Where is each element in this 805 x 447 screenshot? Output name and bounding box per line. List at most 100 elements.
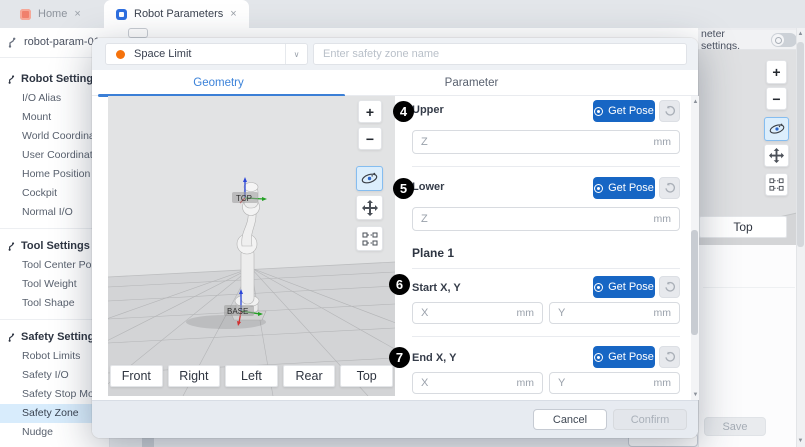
end-y-input[interactable]: Y mm — [549, 372, 680, 394]
settings-text-fragment: neter settings. — [701, 28, 766, 52]
background-partial-button — [128, 28, 148, 38]
robot-scene: TCP BASE — [108, 96, 395, 396]
orbit-view-button[interactable] — [764, 117, 789, 141]
zoom-out-button[interactable]: − — [766, 87, 787, 110]
settings-note-bar: neter settings. — [698, 30, 797, 50]
svg-text:BASE: BASE — [227, 307, 248, 316]
start-y-input[interactable]: Y mm — [549, 302, 680, 324]
scroll-down-icon[interactable]: ▼ — [691, 391, 700, 399]
end-get-pose-button[interactable]: Get Pose — [593, 346, 655, 368]
measure-icon — [769, 177, 784, 192]
undo-icon — [664, 281, 676, 293]
background-partial-tab — [142, 438, 154, 447]
dialog-tabs: Geometry Parameter — [92, 70, 698, 96]
annotation-badge-6: 6 — [389, 274, 410, 295]
scroll-up-icon[interactable]: ▲ — [691, 98, 700, 106]
annotation-badge-5: 5 — [393, 178, 414, 199]
view-rear-button[interactable]: Rear — [283, 365, 336, 387]
tab-parameter[interactable]: Parameter — [345, 70, 598, 96]
lower-reset-button[interactable] — [659, 177, 680, 199]
undo-icon — [664, 351, 676, 363]
divider — [703, 287, 795, 288]
end-reset-button[interactable] — [659, 346, 680, 368]
param-file-title[interactable]: robot-param-01 — [8, 36, 100, 48]
measure-icon — [362, 231, 378, 247]
robot-icon — [8, 75, 17, 84]
fields-scrollbar-thumb[interactable] — [691, 230, 698, 335]
divider — [412, 166, 680, 167]
dialog-footer: Cancel Confirm — [92, 400, 698, 438]
view-right-button[interactable]: Right — [168, 365, 221, 387]
tab-robot-parameters-label: Robot Parameters — [134, 8, 223, 20]
start-get-pose-button[interactable]: Get Pose — [593, 276, 655, 298]
robot-icon — [116, 9, 127, 20]
robot-parameters-app: Home × Robot Parameters × robot-param-01 — [0, 0, 805, 447]
zone-color-dot-icon — [116, 50, 125, 59]
chevron-down-icon: ∨ — [285, 44, 307, 64]
pan-icon — [362, 200, 378, 216]
annotation-badge-7: 7 — [389, 347, 410, 368]
viewer-zoom-in-button[interactable]: + — [358, 100, 382, 123]
robot-3d-viewer[interactable]: TCP BASE + − — [108, 96, 395, 396]
orbit-icon — [769, 122, 785, 136]
robot-arm-icon — [8, 37, 19, 48]
target-icon — [594, 353, 603, 362]
tab-bar: Home × Robot Parameters × — [0, 0, 805, 28]
end-x-input[interactable]: X mm — [412, 372, 543, 394]
lower-get-pose-button[interactable]: Get Pose — [593, 177, 655, 199]
settings-toggle[interactable] — [771, 33, 797, 47]
toggle-knob-icon — [772, 34, 784, 46]
upper-reset-button[interactable] — [659, 100, 680, 122]
start-xy-label: Start X, Y — [412, 282, 461, 294]
viewer-measure-button[interactable] — [356, 226, 383, 251]
target-icon — [594, 283, 603, 292]
target-icon — [594, 184, 603, 193]
view-top-button[interactable]: Top — [340, 365, 393, 387]
safety-zone-dialog: Space Limit ∨ Geometry Parameter — [92, 38, 698, 438]
divider — [412, 336, 680, 337]
plane-1-title: Plane 1 — [412, 246, 454, 260]
undo-icon — [664, 105, 676, 117]
dialog-header: Space Limit ∨ — [92, 38, 698, 70]
orbit-icon — [361, 171, 378, 186]
save-button[interactable]: Save — [704, 417, 766, 436]
tab-robot-parameters[interactable]: Robot Parameters × — [104, 0, 249, 28]
measure-button[interactable] — [765, 173, 788, 196]
zone-type-select[interactable]: Space Limit ∨ — [105, 43, 308, 65]
annotation-badge-4: 4 — [393, 101, 414, 122]
view-buttons-row: Front Right Left Rear Top — [108, 365, 395, 387]
zone-type-value: Space Limit — [134, 48, 285, 60]
cancel-button[interactable]: Cancel — [533, 409, 607, 430]
close-icon[interactable]: × — [74, 9, 80, 20]
view-left-button[interactable]: Left — [225, 365, 278, 387]
pan-view-button[interactable] — [764, 144, 789, 167]
divider — [412, 268, 680, 269]
home-icon — [20, 9, 31, 20]
zone-name-input[interactable] — [313, 43, 687, 65]
scroll-up-icon[interactable]: ▲ — [796, 30, 805, 38]
view-top-button[interactable]: Top — [699, 216, 787, 238]
target-icon — [594, 107, 603, 116]
confirm-button[interactable]: Confirm — [613, 409, 687, 430]
geometry-fields-panel: Upper Get Pose Z mm Lower Get Pose — [412, 96, 680, 402]
close-icon[interactable]: × — [230, 9, 236, 20]
shield-icon — [8, 333, 17, 342]
viewer-pan-button[interactable] — [356, 195, 383, 220]
lower-z-input[interactable]: Z mm — [412, 207, 680, 231]
scroll-down-icon[interactable]: ▼ — [796, 437, 805, 445]
viewer-zoom-out-button[interactable]: − — [358, 127, 382, 150]
start-reset-button[interactable] — [659, 276, 680, 298]
zoom-in-button[interactable]: + — [766, 60, 787, 84]
tab-geometry[interactable]: Geometry — [92, 70, 345, 96]
tab-home[interactable]: Home × — [8, 0, 93, 28]
pan-icon — [769, 148, 784, 163]
view-front-button[interactable]: Front — [110, 365, 163, 387]
tab-home-label: Home — [38, 8, 67, 20]
tool-icon — [8, 242, 17, 251]
upper-get-pose-button[interactable]: Get Pose — [593, 100, 655, 122]
undo-icon — [664, 182, 676, 194]
upper-z-input[interactable]: Z mm — [412, 130, 680, 154]
viewer-orbit-button[interactable] — [356, 166, 383, 191]
page-scrollbar-thumb[interactable] — [797, 42, 804, 247]
start-x-input[interactable]: X mm — [412, 302, 543, 324]
